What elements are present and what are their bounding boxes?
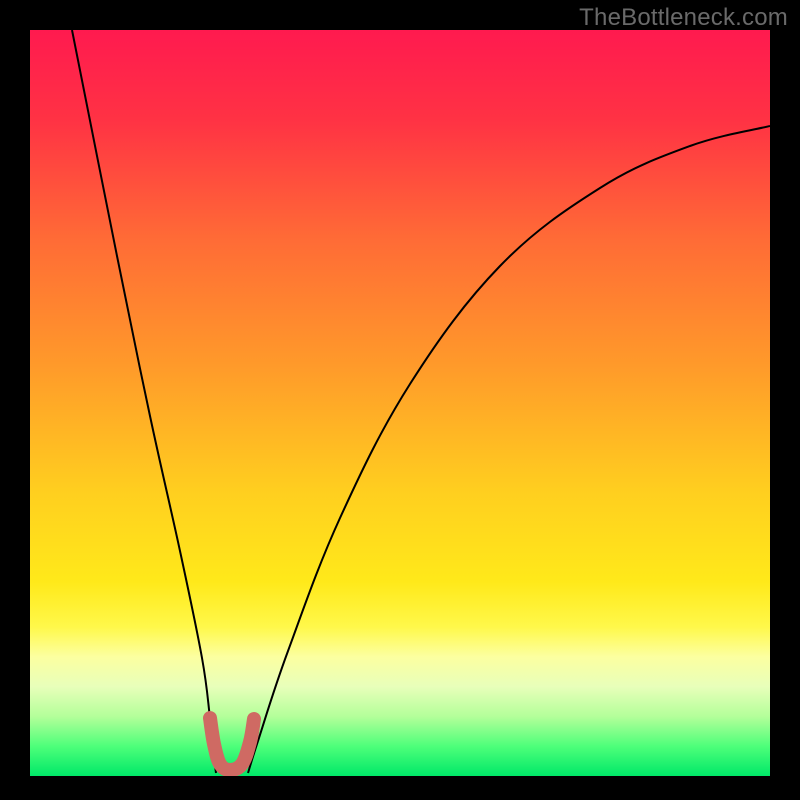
chart-frame: TheBottleneck.com <box>0 0 800 800</box>
series-valley-blob <box>210 718 254 770</box>
watermark-label: TheBottleneck.com <box>579 4 788 32</box>
series-right-arm <box>248 126 770 773</box>
series-left-arm <box>72 30 216 773</box>
plot-area <box>30 30 770 776</box>
curve-layer <box>30 30 770 776</box>
